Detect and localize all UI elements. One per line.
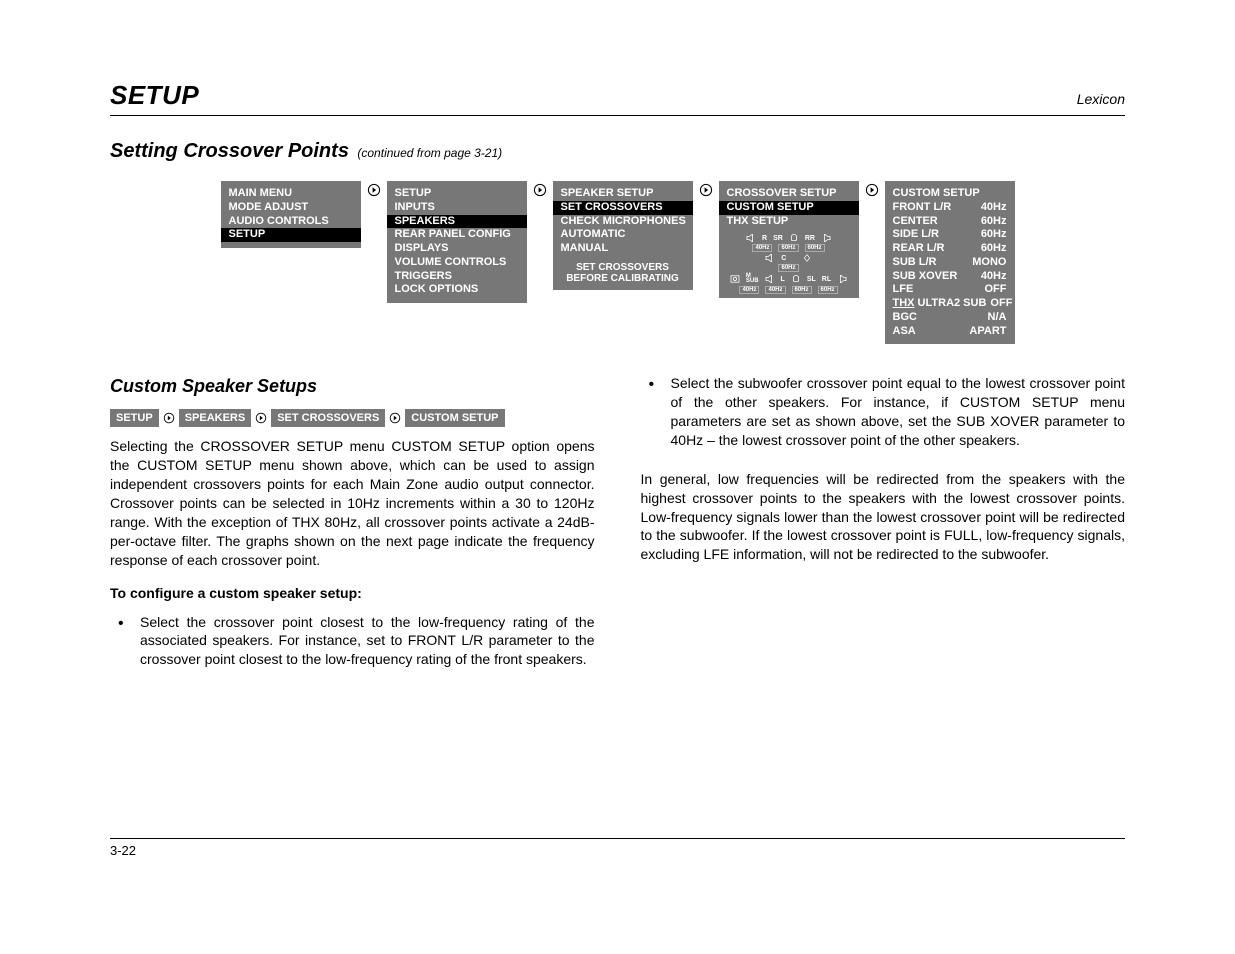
menu-cascade: MAIN MENUMODE ADJUSTAUDIO CONTROLSSETUP … [110, 181, 1125, 344]
menu-row: REAR L/R60Hz [893, 242, 1007, 256]
menu-row: ASAAPART [893, 325, 1007, 339]
menu-item: CROSSOVER SETUP [727, 187, 851, 201]
menu-note: SET CROSSOVERSBEFORE CALIBRATING [561, 262, 685, 284]
section-heading: Setting Crossover Points (continued from… [110, 140, 1125, 163]
page-title: SETUP [110, 80, 199, 111]
menu-item: THX SETUP [727, 215, 851, 229]
menu-item: LOCK OPTIONS [395, 283, 519, 297]
arrow-icon [699, 183, 713, 197]
bullet-list-right: Select the subwoofer crossover point equ… [641, 374, 1126, 450]
arrow-icon [163, 412, 175, 424]
menu-main: MAIN MENUMODE ADJUSTAUDIO CONTROLSSETUP [221, 181, 361, 248]
menu-item: DISPLAYS [395, 242, 519, 256]
breadcrumb-item: CUSTOM SETUP [405, 409, 504, 428]
section-continued: (continued from page 3-21) [357, 146, 502, 160]
breadcrumb-row: SETUP SPEAKERS SET CROSSOVERS CUSTOM SETUP [110, 409, 595, 428]
menu-item: AUDIO CONTROLS [229, 215, 353, 229]
bullet-item: Select the subwoofer crossover point equ… [641, 374, 1126, 450]
menu-crossover-setup: CROSSOVER SETUPCUSTOM SETUPTHX SETUP R SR… [719, 181, 859, 298]
paragraph-intro: Selecting the CROSSOVER SETUP menu CUSTO… [110, 437, 595, 569]
menu-row: CENTER60Hz [893, 215, 1007, 229]
brand-label: Lexicon [1077, 91, 1125, 107]
menu-speaker-setup: SPEAKER SETUPSET CROSSOVERSCHECK MICROPH… [553, 181, 693, 290]
menu-row: BGCN/A [893, 311, 1007, 325]
subsection-heading: Custom Speaker Setups [110, 374, 595, 398]
menu-row: SIDE L/R60Hz [893, 228, 1007, 242]
speaker-diagram: R SRRR40Hz60Hz60HzC 60HzMSUBLSL RL40Hz40… [727, 234, 851, 294]
left-column: Custom Speaker Setups SETUP SPEAKERS SET C… [110, 374, 595, 679]
menu-item: SPEAKER SETUP [561, 187, 685, 201]
arrow-icon [367, 183, 381, 197]
menu-item: MAIN MENU [229, 187, 353, 201]
arrow-icon [389, 412, 401, 424]
breadcrumb-item: SETUP [110, 409, 159, 428]
section-title: Setting Crossover Points [110, 140, 349, 162]
breadcrumb-item: SET CROSSOVERS [271, 409, 385, 428]
paragraph-general: In general, low frequencies will be redi… [641, 470, 1126, 564]
arrow-icon [865, 183, 879, 197]
menu-row: THX ULTRA2 SUBOFF [893, 297, 1007, 311]
bullet-item: Select the crossover point closest to th… [110, 613, 595, 670]
menu-item: CHECK MICROPHONES [561, 215, 685, 229]
breadcrumb-item: SPEAKERS [179, 409, 252, 428]
page-number: 3-22 [110, 843, 136, 858]
menu-item: SETUP [221, 228, 361, 242]
right-column: Select the subwoofer crossover point equ… [641, 374, 1126, 679]
bullet-list-left: Select the crossover point closest to th… [110, 613, 595, 670]
menu-title: CUSTOM SETUP [893, 187, 1007, 201]
menu-item: REAR PANEL CONFIG [395, 228, 519, 242]
menu-item: SET CROSSOVERS [553, 201, 693, 215]
menu-row: SUB XOVER40Hz [893, 270, 1007, 284]
menu-item: TRIGGERS [395, 270, 519, 284]
menu-row: LFEOFF [893, 283, 1007, 297]
menu-item: INPUTS [395, 201, 519, 215]
menu-custom-setup: CUSTOM SETUPFRONT L/R40HzCENTER60HzSIDE … [885, 181, 1015, 344]
content-columns: Custom Speaker Setups SETUP SPEAKERS SET C… [110, 374, 1125, 679]
menu-setup: SETUPINPUTSSPEAKERSREAR PANEL CONFIGDISP… [387, 181, 527, 303]
menu-item: MANUAL [561, 242, 685, 256]
menu-row: FRONT L/R40Hz [893, 201, 1007, 215]
menu-row: SUB L/RMONO [893, 256, 1007, 270]
menu-item: CUSTOM SETUP [719, 201, 859, 215]
instruction-heading: To configure a custom speaker setup: [110, 584, 595, 603]
menu-item: SPEAKERS [387, 215, 527, 229]
page-footer: 3-22 [110, 838, 1125, 858]
menu-item: SETUP [395, 187, 519, 201]
menu-item: AUTOMATIC [561, 228, 685, 242]
header-row: SETUP Lexicon [110, 80, 1125, 116]
menu-item: MODE ADJUST [229, 201, 353, 215]
menu-item: VOLUME CONTROLS [395, 256, 519, 270]
arrow-icon [255, 412, 267, 424]
arrow-icon [533, 183, 547, 197]
